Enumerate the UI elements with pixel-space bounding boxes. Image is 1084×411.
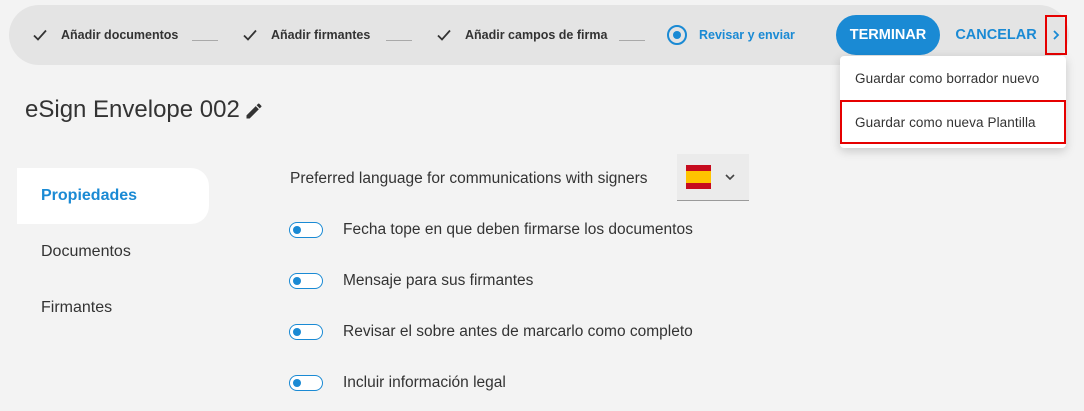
cancel-button[interactable]: CANCELAR <box>952 15 1040 55</box>
option-label: Fecha tope en que deben firmarse los doc… <box>343 221 693 238</box>
step-divider <box>386 40 412 41</box>
active-step-icon <box>667 25 687 45</box>
envelope-title: eSign Envelope 002 <box>25 96 240 123</box>
deadline-toggle[interactable] <box>289 222 323 238</box>
option-message-row: Mensaje para sus firmantes <box>289 272 533 290</box>
step-divider <box>192 40 218 41</box>
check-icon <box>243 29 257 41</box>
pencil-icon[interactable] <box>244 101 264 121</box>
chevron-right-icon <box>1053 30 1060 40</box>
language-select[interactable] <box>677 154 749 201</box>
option-label: Incluir información legal <box>343 374 506 391</box>
option-legal-row: Incluir información legal <box>289 374 506 392</box>
more-options-button[interactable] <box>1045 15 1067 55</box>
menu-item-save-as-draft[interactable]: Guardar como borrador nuevo <box>840 56 1066 100</box>
option-label: Revisar el sobre antes de marcarlo como … <box>343 323 693 340</box>
menu-item-save-as-template[interactable]: Guardar como nueva Plantilla <box>840 100 1066 144</box>
option-label: Mensaje para sus firmantes <box>343 272 534 289</box>
message-toggle[interactable] <box>289 273 323 289</box>
option-review-row: Revisar el sobre antes de marcarlo como … <box>289 323 693 341</box>
check-icon <box>33 29 47 41</box>
legal-info-toggle[interactable] <box>289 375 323 391</box>
step-label: Añadir firmantes <box>271 28 371 42</box>
sidebar-item-signers[interactable]: Firmantes <box>17 280 209 336</box>
step-divider <box>619 40 645 41</box>
spain-flag-icon <box>686 165 711 189</box>
step-add-documents[interactable]: Añadir documentos <box>33 5 178 65</box>
option-deadline-row: Fecha tope en que deben firmarse los doc… <box>289 221 693 239</box>
finish-button[interactable]: TERMINAR <box>836 15 940 55</box>
check-icon <box>437 29 451 41</box>
step-label: Añadir campos de firma <box>465 28 608 42</box>
step-add-signers[interactable]: Añadir firmantes <box>243 5 370 65</box>
chevron-down-icon <box>725 174 735 180</box>
step-add-signature-fields[interactable]: Añadir campos de firma <box>437 5 607 65</box>
page-title: eSign Envelope 002 <box>25 96 264 124</box>
language-label: Preferred language for communications wi… <box>290 170 648 187</box>
step-label: Revisar y enviar <box>699 28 795 42</box>
step-label: Añadir documentos <box>61 28 179 42</box>
save-options-menu: Guardar como borrador nuevo Guardar como… <box>840 56 1066 148</box>
review-toggle[interactable] <box>289 324 323 340</box>
step-review-and-send[interactable]: Revisar y enviar <box>667 5 795 65</box>
sidebar-item-documents[interactable]: Documentos <box>17 224 209 280</box>
sidebar-item-properties[interactable]: Propiedades <box>17 168 209 224</box>
